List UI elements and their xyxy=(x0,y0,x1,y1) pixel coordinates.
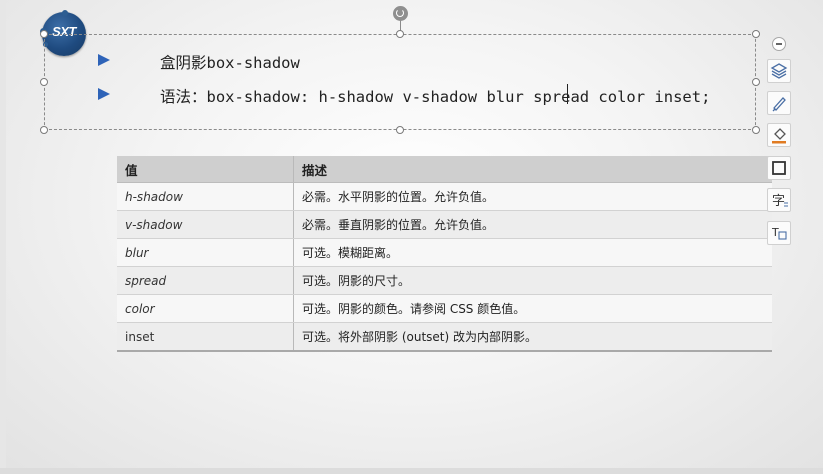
collapse-minus-icon[interactable] xyxy=(772,37,786,51)
table-cell-description: 可选。模糊距离。 xyxy=(293,238,772,267)
table-cell-value: h-shadow xyxy=(117,182,294,211)
table-row: blur 可选。模糊距离。 xyxy=(117,238,772,267)
table-row: spread 可选。阴影的尺寸。 xyxy=(117,266,772,295)
svg-text:字: 字 xyxy=(772,194,785,209)
text-placeholder-box[interactable] xyxy=(44,34,756,130)
table-cell-value: blur xyxy=(117,238,294,267)
table-row: color 可选。阴影的颜色。请参阅 CSS 颜色值。 xyxy=(117,294,772,323)
resize-handle-bottom-right[interactable] xyxy=(752,126,760,134)
bullet-arrow-icon xyxy=(98,88,110,100)
table-cell-description: 可选。阴影的尺寸。 xyxy=(293,266,772,295)
resize-handle-top[interactable] xyxy=(396,30,404,38)
table-header-row: 值 描述 xyxy=(117,156,772,183)
outline-icon xyxy=(772,161,786,175)
bullet-arrow-icon xyxy=(98,54,110,66)
table-row: inset 可选。将外部阴影 (outset) 改为内部阴影。 xyxy=(117,322,772,352)
text-fit-button[interactable]: T xyxy=(767,221,791,245)
layers-icon xyxy=(770,63,788,79)
table-header-description: 描述 xyxy=(293,156,772,183)
resize-handle-top-right[interactable] xyxy=(752,30,760,38)
pen-icon xyxy=(772,97,786,112)
outline-button[interactable] xyxy=(767,156,791,180)
table-cell-value: color xyxy=(117,294,294,323)
bullet-text-syntax[interactable]: 语法：box-shadow: h-shadow v-shadow blur sp… xyxy=(160,85,710,107)
resize-handle-left[interactable] xyxy=(40,78,48,86)
svg-text:T: T xyxy=(771,226,779,239)
resize-handle-right[interactable] xyxy=(752,78,760,86)
table-cell-value: spread xyxy=(117,266,294,295)
table-cell-value: inset xyxy=(117,322,294,352)
resize-handle-bottom-left[interactable] xyxy=(40,126,48,134)
slide-bottom-edge xyxy=(0,468,823,474)
table-cell-description: 可选。将外部阴影 (outset) 改为内部阴影。 xyxy=(293,322,772,352)
table-cell-description: 必需。水平阴影的位置。允许负值。 xyxy=(293,182,772,211)
text-fit-icon: T xyxy=(771,226,787,240)
bullet-text-title[interactable]: 盒阴影box-shadow xyxy=(160,51,300,73)
text-cursor xyxy=(567,84,568,104)
table-row: v-shadow 必需。垂直阴影的位置。允许负值。 xyxy=(117,210,772,239)
slide-left-edge xyxy=(0,0,6,474)
pen-button[interactable] xyxy=(767,91,791,115)
resize-handle-bottom[interactable] xyxy=(396,126,404,134)
text-style-icon: 字 xyxy=(772,194,788,209)
text-style-button[interactable]: 字 xyxy=(767,188,791,212)
resize-handle-top-left[interactable] xyxy=(40,30,48,38)
fill-icon xyxy=(772,128,786,144)
table-header-value: 值 xyxy=(117,156,294,183)
table-row: h-shadow 必需。水平阴影的位置。允许负值。 xyxy=(117,182,772,211)
table-cell-value: v-shadow xyxy=(117,210,294,239)
css-property-table: 值 描述 h-shadow 必需。水平阴影的位置。允许负值。 v-shadow … xyxy=(117,156,772,352)
fill-button[interactable] xyxy=(767,123,791,147)
layers-button[interactable] xyxy=(767,59,791,83)
table-cell-description: 可选。阴影的颜色。请参阅 CSS 颜色值。 xyxy=(293,294,772,323)
logo-dot xyxy=(62,10,68,16)
rotate-handle-icon[interactable] xyxy=(393,6,408,21)
table-cell-description: 必需。垂直阴影的位置。允许负值。 xyxy=(293,210,772,239)
